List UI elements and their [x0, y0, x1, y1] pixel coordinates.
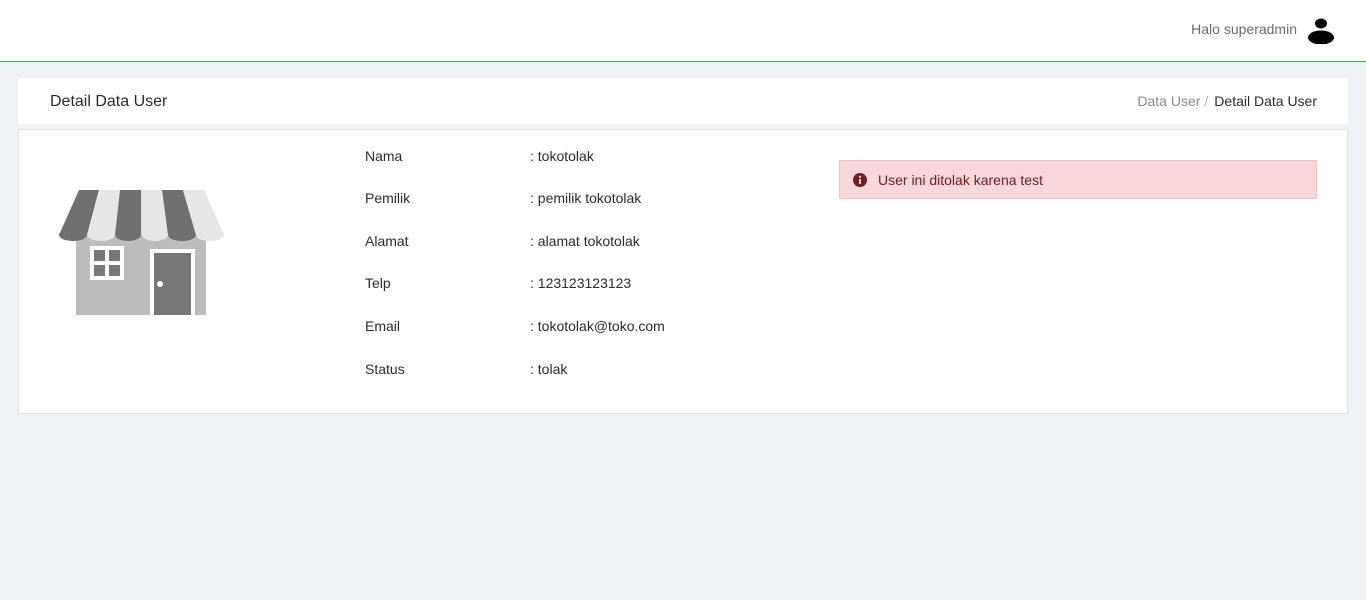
detail-label: Alamat: [365, 233, 409, 249]
user-greeting: Halo superadmin: [1191, 21, 1297, 37]
detail-value: : alamat tokotolak: [530, 233, 640, 249]
topbar: Halo superadmin: [0, 0, 1366, 62]
info-circle-icon: [853, 173, 867, 187]
detail-label: Email: [365, 318, 401, 334]
detail-value: : tolak: [530, 361, 568, 377]
page-header: Detail Data User Data User / Detail Data U…: [18, 78, 1348, 124]
detail-label: Status: [365, 361, 405, 377]
detail-value: : tokotolak@toko.com: [530, 318, 665, 334]
detail-label: Nama: [365, 148, 403, 164]
breadcrumb: Data User / Detail Data User: [1137, 93, 1317, 109]
detail-value: : 123123123123: [530, 275, 632, 291]
breadcrumb-link-data-user[interactable]: Data User: [1137, 93, 1200, 109]
detail-value: : pemilik tokotolak: [530, 190, 642, 206]
detail-label: Telp: [365, 275, 391, 291]
rejection-alert: User ini ditolak karena test: [839, 160, 1317, 199]
detail-card: Nama : tokotolak Pemilik : pemilik tokot…: [18, 129, 1348, 414]
shop-storefront-icon: [59, 190, 224, 315]
detail-value: : tokotolak: [530, 148, 594, 164]
page-title: Detail Data User: [50, 93, 168, 110]
user-icon[interactable]: [1307, 17, 1335, 44]
detail-label: Pemilik: [365, 190, 411, 206]
breadcrumb-current: Detail Data User: [1214, 93, 1317, 109]
breadcrumb-separator: /: [1204, 93, 1209, 109]
alert-message: User ini ditolak karena test: [878, 172, 1043, 188]
